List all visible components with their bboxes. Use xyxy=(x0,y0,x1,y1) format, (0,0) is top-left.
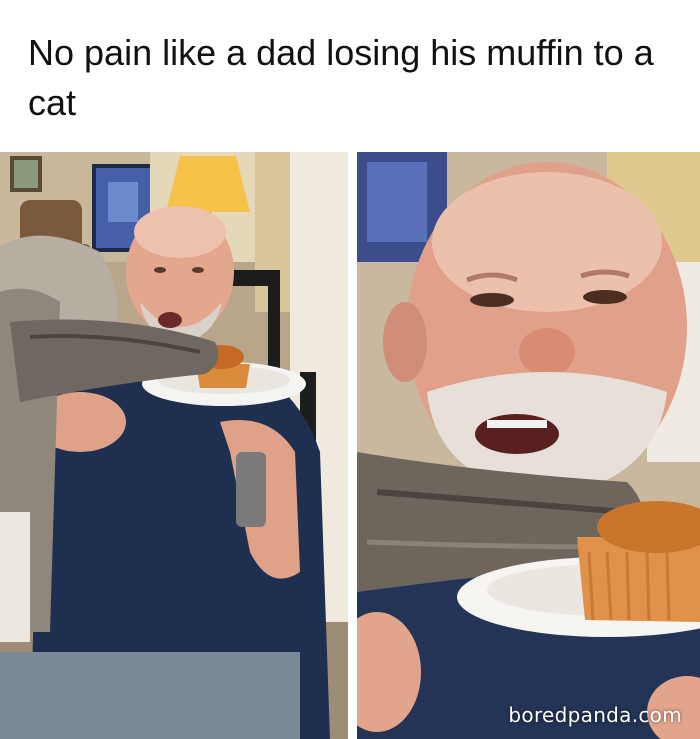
photo-dad-cat-closeup-icon xyxy=(357,152,700,739)
meme-caption: No pain like a dad losing his muffin to … xyxy=(28,32,654,123)
photo-dad-cat-wide-icon xyxy=(0,152,348,739)
photo-right-closeup: boredpanda.com xyxy=(357,152,700,739)
watermark-text: boredpanda.com xyxy=(508,703,682,727)
photo-left-wide xyxy=(0,152,348,739)
